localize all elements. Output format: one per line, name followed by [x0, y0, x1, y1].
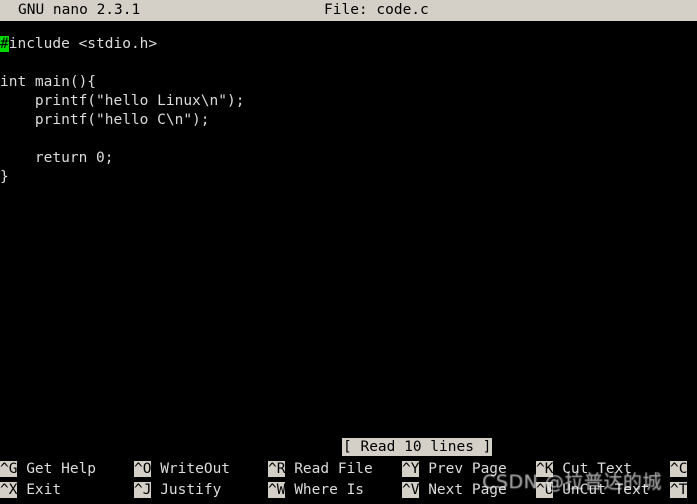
titlebar-app-version: GNU nano 2.3.1 — [18, 2, 141, 18]
status-bar: [ Read 10 lines ] — [0, 438, 697, 456]
shortcut-row: ^X Exit ^J Justify ^W Where Is ^V Next P… — [0, 480, 697, 501]
code-line[interactable]: int main(){ — [0, 73, 96, 92]
shortcut-key: ^Y — [402, 461, 420, 477]
shortcut-key: ^K — [536, 461, 554, 477]
shortcut-label: Prev Page — [419, 461, 507, 477]
code-line-text: printf("hello Linux\n"); — [0, 93, 245, 109]
shortcut-key: ^T — [670, 482, 688, 498]
shortcut-key: ^U — [536, 482, 554, 498]
shortcut-label: Get Help — [17, 461, 97, 477]
shortcut-cur-pos[interactable]: ^C — [670, 459, 688, 480]
shortcut-cut-text[interactable]: ^K Cut Text — [536, 459, 632, 480]
shortcut-label: Justify — [151, 482, 222, 498]
shortcut-label: Next Page — [419, 482, 507, 498]
shortcut-key: ^J — [134, 482, 152, 498]
code-line-text: include <stdio.h> — [8, 36, 158, 52]
shortcut-key: ^X — [0, 482, 18, 498]
code-line-text: printf("hello C\n"); — [0, 112, 210, 128]
shortcut-uncut-text[interactable]: ^U UnCut Text — [536, 480, 650, 501]
titlebar-filename: File: code.c — [324, 2, 429, 18]
shortcut-prev-page[interactable]: ^Y Prev Page — [402, 459, 507, 480]
shortcut-label: Where Is — [285, 482, 365, 498]
shortcut-key: ^O — [134, 461, 152, 477]
code-line-text: } — [0, 169, 9, 185]
shortcut-next-page[interactable]: ^V Next Page — [402, 480, 507, 501]
code-line-text: int main(){ — [0, 74, 97, 90]
shortcut-key: ^G — [0, 461, 18, 477]
shortcut-exit[interactable]: ^X Exit — [0, 480, 61, 501]
editor-text-area[interactable]: #include <stdio.h> int main(){ printf("h… — [0, 23, 697, 428]
shortcut-label: UnCut Text — [553, 482, 650, 498]
titlebar: GNU nano 2.3.1 File: code.c — [0, 0, 697, 21]
shortcut-label: Exit — [17, 482, 62, 498]
code-line[interactable]: printf("hello C\n"); — [0, 111, 210, 130]
shortcut-key: ^W — [268, 482, 286, 498]
shortcut-bar: ^G Get Help ^O WriteOut ^R Read File ^Y … — [0, 459, 697, 504]
shortcut-key: ^C — [670, 461, 688, 477]
nano-terminal-screen: GNU nano 2.3.1 File: code.c #include <st… — [0, 0, 697, 504]
shortcut-to-spell[interactable]: ^T — [670, 480, 688, 501]
shortcut-writeout[interactable]: ^O WriteOut — [134, 459, 230, 480]
code-line[interactable]: return 0; — [0, 149, 114, 168]
code-line[interactable]: printf("hello Linux\n"); — [0, 92, 245, 111]
shortcut-read-file[interactable]: ^R Read File — [268, 459, 373, 480]
code-line[interactable]: } — [0, 168, 9, 187]
shortcut-label: Read File — [285, 461, 373, 477]
shortcut-row: ^G Get Help ^O WriteOut ^R Read File ^Y … — [0, 459, 697, 480]
shortcut-label: Cut Text — [553, 461, 633, 477]
shortcut-label: WriteOut — [151, 461, 231, 477]
shortcut-key: ^V — [402, 482, 420, 498]
code-line[interactable]: #include <stdio.h> — [0, 35, 157, 54]
shortcut-key: ^R — [268, 461, 286, 477]
status-message: [ Read 10 lines ] — [342, 438, 493, 456]
text-cursor: # — [0, 36, 9, 52]
code-line-text: return 0; — [0, 150, 114, 166]
shortcut-where-is[interactable]: ^W Where Is — [268, 480, 364, 501]
shortcut-get-help[interactable]: ^G Get Help — [0, 459, 96, 480]
shortcut-justify[interactable]: ^J Justify — [134, 480, 221, 501]
